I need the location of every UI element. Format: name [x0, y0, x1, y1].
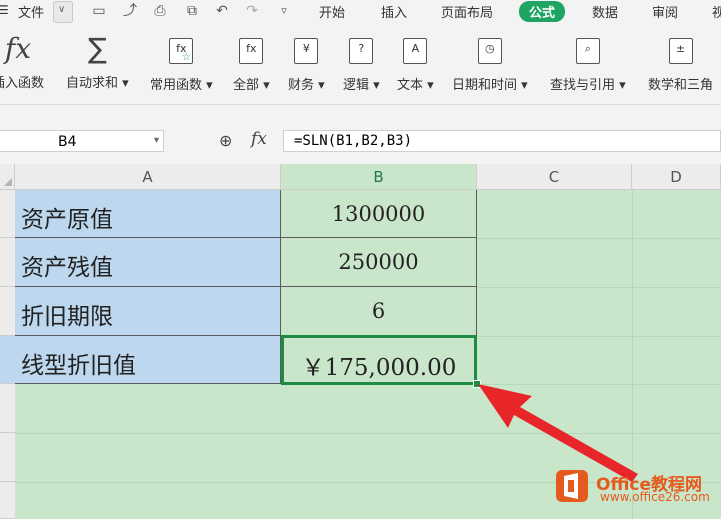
- common-functions-button[interactable]: fx ☆ 常用函数 ▾: [150, 38, 213, 93]
- yen-book-icon: ¥: [294, 38, 319, 64]
- row-header-7[interactable]: [0, 482, 15, 519]
- watermark-url: www.office26.com: [600, 490, 710, 504]
- chevron-down-icon: ∨: [58, 4, 66, 15]
- star-function-icon: fx ☆: [169, 38, 194, 64]
- spreadsheet-grid: A B C D 资产原值 资产残值 折旧期限 线型折旧值 1300000 250…: [0, 164, 721, 519]
- save-icon[interactable]: ▭: [91, 3, 107, 19]
- fx-icon: fx: [4, 32, 32, 65]
- name-box-value: B4: [58, 134, 77, 150]
- row-header-3[interactable]: [0, 287, 15, 336]
- search-book-icon: ⌕: [575, 38, 600, 64]
- menu-icon[interactable]: ☰: [0, 3, 9, 17]
- financial-button[interactable]: ¥ 财务 ▾: [288, 38, 325, 93]
- row-header-1[interactable]: [0, 190, 15, 238]
- cell-b1[interactable]: 1300000: [281, 190, 477, 238]
- clock-book-icon: ◷: [477, 38, 502, 64]
- cell-b2[interactable]: 250000: [281, 238, 477, 287]
- office-logo-icon: [556, 470, 588, 502]
- autosum-button[interactable]: ∑ 自动求和 ▾: [66, 32, 129, 92]
- text-functions-button[interactable]: A 文本 ▾: [397, 38, 434, 93]
- file-menu[interactable]: 文件: [18, 2, 44, 21]
- row-header-5[interactable]: [0, 384, 15, 433]
- tab-data[interactable]: 数据: [592, 2, 618, 21]
- column-header-d[interactable]: D: [632, 164, 721, 190]
- formula-input[interactable]: =SLN(B1,B2,B3): [283, 130, 721, 152]
- undo-icon[interactable]: ↶: [214, 3, 230, 19]
- math-book-icon: ±: [668, 38, 693, 64]
- tab-view[interactable]: 视: [712, 2, 721, 21]
- math-trig-button[interactable]: ± 数学和三角: [648, 38, 713, 93]
- customize-icon[interactable]: ▿: [276, 3, 292, 19]
- fx-icon[interactable]: fx: [251, 129, 267, 149]
- column-header-b[interactable]: B: [281, 164, 477, 190]
- cell-b3[interactable]: 6: [281, 287, 477, 336]
- gridline: [477, 336, 721, 337]
- export-icon[interactable]: ⤴: [122, 3, 138, 19]
- insert-function-button[interactable]: fx 插入函数: [0, 32, 44, 92]
- formula-bar: B4 ▾ ⊕ fx =SLN(B1,B2,B3): [0, 124, 721, 158]
- sigma-icon: ∑: [87, 32, 107, 65]
- row-header-4[interactable]: [0, 336, 15, 384]
- all-functions-button[interactable]: fx 全部 ▾: [233, 38, 270, 93]
- ribbon: fx 插入函数 ∑ 自动求和 ▾ fx☆ 常用函数 ▾ fx 全部 ▾ ¥ 财务…: [0, 24, 721, 105]
- cell-b4-active[interactable]: ￥175,000.00: [281, 335, 477, 385]
- cell-a3[interactable]: 折旧期限: [15, 287, 281, 336]
- preview-icon[interactable]: ⧉: [184, 3, 200, 19]
- print-icon[interactable]: ⎙: [152, 3, 168, 19]
- gridline: [477, 238, 721, 239]
- tab-page-layout[interactable]: 页面布局: [441, 2, 493, 21]
- zoom-search-icon[interactable]: ⊕: [219, 131, 232, 150]
- file-dropdown-button[interactable]: ∨: [53, 1, 73, 23]
- name-box[interactable]: B4 ▾: [0, 130, 164, 152]
- row-header-6[interactable]: [0, 433, 15, 482]
- cell-a4[interactable]: 线型折旧值: [15, 336, 281, 384]
- redo-icon[interactable]: ↷: [244, 3, 260, 19]
- select-all-corner[interactable]: [0, 164, 15, 190]
- all-functions-icon: fx: [239, 38, 264, 64]
- cell-a1[interactable]: 资产原值: [15, 190, 281, 238]
- text-book-icon: A: [403, 38, 428, 64]
- tab-home[interactable]: 开始: [319, 2, 345, 21]
- question-book-icon: ?: [349, 38, 374, 64]
- tab-insert[interactable]: 插入: [381, 2, 407, 21]
- row-header-2[interactable]: [0, 238, 15, 287]
- date-time-button[interactable]: ◷ 日期和时间 ▾: [452, 38, 528, 93]
- chevron-down-icon[interactable]: ▾: [154, 135, 159, 146]
- lookup-reference-button[interactable]: ⌕ 查找与引用 ▾: [550, 38, 626, 93]
- logical-button[interactable]: ? 逻辑 ▾: [343, 38, 380, 93]
- column-header-a[interactable]: A: [15, 164, 281, 190]
- cell-a2[interactable]: 资产残值: [15, 238, 281, 287]
- menu-bar: ☰ 文件 ∨ ▭ ⤴ ⎙ ⧉ ↶ ↷ ▿ 开始 插入 页面布局 公式 数据 审阅…: [0, 0, 721, 24]
- gridline: [477, 287, 721, 288]
- tab-review[interactable]: 审阅: [652, 2, 678, 21]
- tab-formulas[interactable]: 公式: [519, 1, 566, 22]
- column-header-c[interactable]: C: [477, 164, 632, 190]
